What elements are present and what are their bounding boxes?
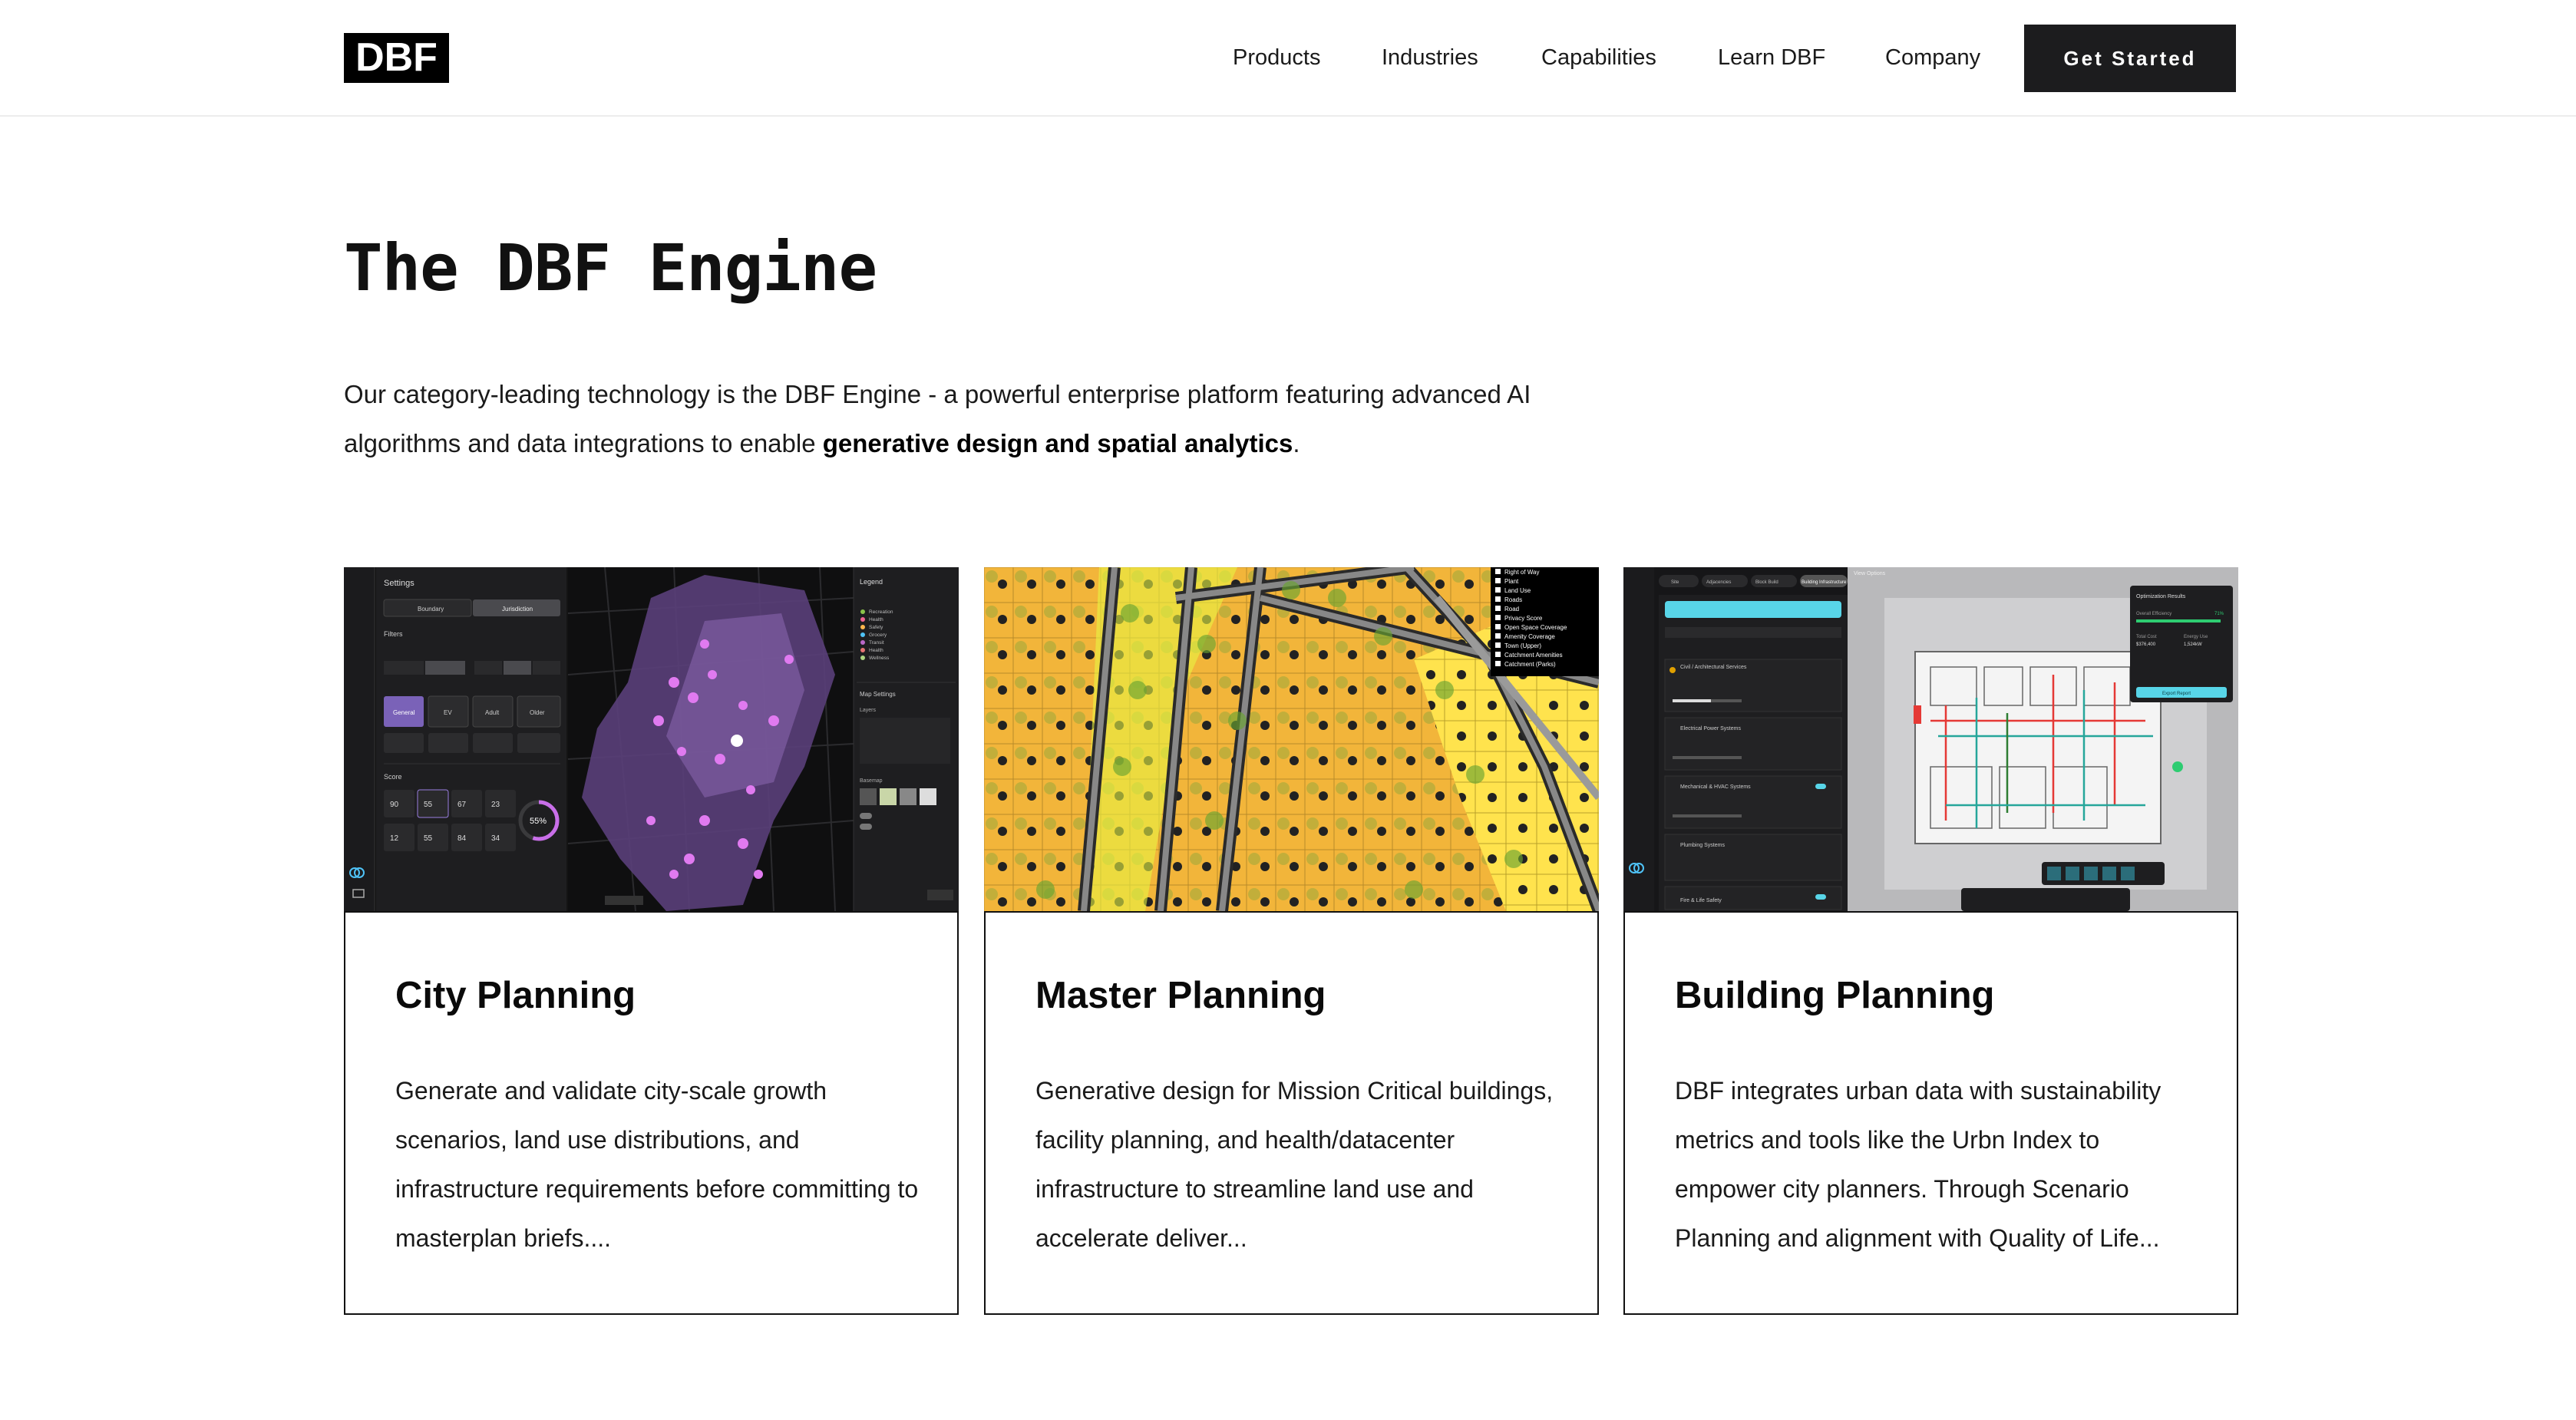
nav-industries[interactable]: Industries	[1382, 40, 1478, 75]
svg-text:Road: Road	[1504, 606, 1519, 613]
building-planning-screenshot: Site Adjacencies Block Build Building In…	[1623, 567, 2238, 911]
card-master-planning[interactable]: Right of Way Plant Land Use Roads Road P…	[984, 567, 1599, 1315]
svg-text:12: 12	[390, 834, 399, 843]
svg-text:Adult: Adult	[485, 709, 500, 716]
card-description: Generate and validate city-scale growth …	[395, 1077, 919, 1252]
svg-text:Electrical Power Systems: Electrical Power Systems	[1680, 726, 1741, 731]
card-city-planning[interactable]: Settings Boundary Jurisdiction Filters G…	[344, 567, 959, 1315]
master-planning-screenshot: Right of Way Plant Land Use Roads Road P…	[984, 567, 1599, 911]
svg-text:EV: EV	[444, 709, 452, 716]
svg-text:23: 23	[491, 801, 500, 809]
city-planning-card-body: City Planning Generate and validate city…	[344, 911, 959, 1315]
card-description: Generative design for Mission Critical b…	[1035, 1077, 1554, 1252]
svg-text:Civil / Architectural Services: Civil / Architectural Services	[1680, 665, 1747, 670]
svg-text:Grocery: Grocery	[869, 632, 887, 638]
svg-text:Map Settings: Map Settings	[860, 691, 896, 698]
svg-text:Older: Older	[530, 709, 545, 716]
card-title: Master Planning	[1035, 975, 1326, 1016]
intro-highlight: generative design and spatial analytics	[822, 429, 1293, 457]
svg-text:Overall Efficiency: Overall Efficiency	[2136, 612, 2171, 616]
score-ring-label: 55%	[530, 817, 547, 826]
svg-text:Recreation: Recreation	[869, 609, 893, 615]
legend-title: Legend	[860, 578, 883, 586]
svg-text:Land Use: Land Use	[1504, 587, 1531, 594]
svg-text:90: 90	[390, 801, 399, 809]
svg-text:84: 84	[457, 834, 467, 843]
master-planning-card-body: Master Planning Generative design for Mi…	[984, 911, 1599, 1315]
intro-paragraph: Our category-leading technology is the D…	[344, 370, 1649, 468]
svg-text:55: 55	[424, 834, 433, 843]
svg-text:Right of Way: Right of Way	[1504, 569, 1540, 576]
svg-text:1,524kW: 1,524kW	[2184, 642, 2202, 647]
svg-text:Score: Score	[384, 773, 402, 781]
svg-text:Catchment Amenities: Catchment Amenities	[1504, 652, 1563, 659]
svg-text:67: 67	[457, 801, 467, 809]
intro-period: .	[1293, 429, 1300, 457]
nav-capabilities[interactable]: Capabilities	[1541, 40, 1656, 75]
svg-text:Jurisdiction: Jurisdiction	[502, 606, 533, 613]
svg-text:Fire & Life Safety: Fire & Life Safety	[1680, 898, 1722, 903]
dbf-logo[interactable]: DBF	[344, 33, 449, 83]
svg-text:Plant: Plant	[1504, 578, 1519, 585]
svg-text:Boundary: Boundary	[418, 606, 444, 613]
svg-text:Total Cost: Total Cost	[2136, 635, 2157, 639]
svg-text:Town (Upper): Town (Upper)	[1504, 642, 1541, 649]
svg-text:Transit: Transit	[869, 640, 884, 646]
svg-text:Site: Site	[1671, 580, 1679, 585]
svg-text:Safety: Safety	[869, 625, 883, 630]
svg-text:Optimization Results: Optimization Results	[2136, 594, 2186, 599]
svg-text:Layers: Layers	[860, 708, 877, 713]
page-title: The DBF Engine	[344, 230, 877, 305]
card-title: Building Planning	[1675, 975, 1995, 1016]
card-building-planning[interactable]: Site Adjacencies Block Build Building In…	[1623, 567, 2238, 1315]
nav-company[interactable]: Company	[1885, 40, 1980, 75]
card-description: DBF integrates urban data with sustainab…	[1675, 1077, 2162, 1252]
svg-text:$376,400: $376,400	[2136, 642, 2156, 647]
svg-text:71%: 71%	[2214, 612, 2224, 616]
nav-learn-dbf[interactable]: Learn DBF	[1718, 40, 1825, 75]
svg-text:Wellness: Wellness	[869, 656, 890, 661]
svg-text:Mechanical & HVAC Systems: Mechanical & HVAC Systems	[1680, 784, 1751, 790]
svg-text:55: 55	[424, 801, 433, 809]
svg-text:Catchment (Parks): Catchment (Parks)	[1504, 661, 1556, 668]
svg-text:Open Space Coverage: Open Space Coverage	[1504, 624, 1567, 631]
svg-text:34: 34	[491, 834, 500, 843]
nav-products[interactable]: Products	[1233, 40, 1320, 75]
svg-text:Privacy Score: Privacy Score	[1504, 615, 1543, 622]
card-title: City Planning	[395, 975, 636, 1016]
building-planning-card-body: Building Planning DBF integrates urban d…	[1623, 911, 2238, 1315]
svg-text:Building Infrastructure: Building Infrastructure	[1802, 580, 1847, 585]
svg-text:Health: Health	[869, 617, 883, 622]
city-planning-screenshot: Settings Boundary Jurisdiction Filters G…	[344, 567, 959, 911]
svg-text:Amenity Coverage: Amenity Coverage	[1504, 633, 1555, 640]
svg-text:Block Build: Block Build	[1755, 580, 1778, 585]
svg-text:Energy Use: Energy Use	[2184, 635, 2208, 639]
site-header: DBF Products Industries Capabilities Lea…	[0, 0, 2576, 117]
panel-title: Settings	[384, 579, 414, 588]
get-started-button[interactable]: Get Started	[2024, 25, 2236, 92]
svg-text:Filters: Filters	[384, 630, 403, 638]
svg-text:Basemap: Basemap	[860, 778, 883, 784]
svg-text:Roads: Roads	[1504, 596, 1522, 603]
svg-text:Adjacencies: Adjacencies	[1706, 580, 1731, 585]
svg-text:General: General	[393, 709, 415, 716]
svg-text:Export Report: Export Report	[2162, 692, 2191, 696]
svg-text:View Options: View Options	[1854, 571, 1886, 576]
svg-text:Plumbing Systems: Plumbing Systems	[1680, 843, 1725, 848]
svg-text:Health: Health	[869, 648, 883, 653]
